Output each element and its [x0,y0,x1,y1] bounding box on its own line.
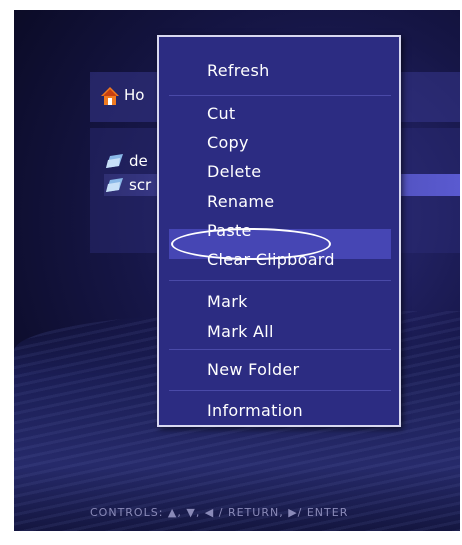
menu-separator [169,280,391,281]
controls-hint: CONTROLS: ▲, ▼, ◀ / RETURN, ▶/ ENTER [90,506,349,519]
menu-separator [169,95,391,96]
menu-item-mark[interactable]: Mark [207,291,248,313]
folder-icon [106,178,123,192]
menu-item-cut[interactable]: Cut [207,103,236,125]
menu-separator [169,390,391,391]
menu-item-mark-all[interactable]: Mark All [207,321,274,343]
context-menu: Refresh Cut Copy Delete Rename Paste Cle… [157,35,401,427]
annotation-circle [171,228,331,260]
menu-item-refresh[interactable]: Refresh [207,60,270,82]
menu-item-information[interactable]: Information [207,400,303,422]
menu-item-rename[interactable]: Rename [207,191,274,213]
file-name: scr [129,176,152,194]
menu-item-new-folder[interactable]: New Folder [207,359,299,381]
menu-item-copy[interactable]: Copy [207,132,249,154]
location-title: Ho [124,86,145,104]
file-name: de [129,152,148,170]
menu-item-delete[interactable]: Delete [207,161,261,183]
home-icon [101,87,119,105]
menu-separator [169,349,391,350]
screen: Ho de scr Refresh Cut Copy Delete Rename… [14,10,460,531]
folder-icon [106,154,123,168]
